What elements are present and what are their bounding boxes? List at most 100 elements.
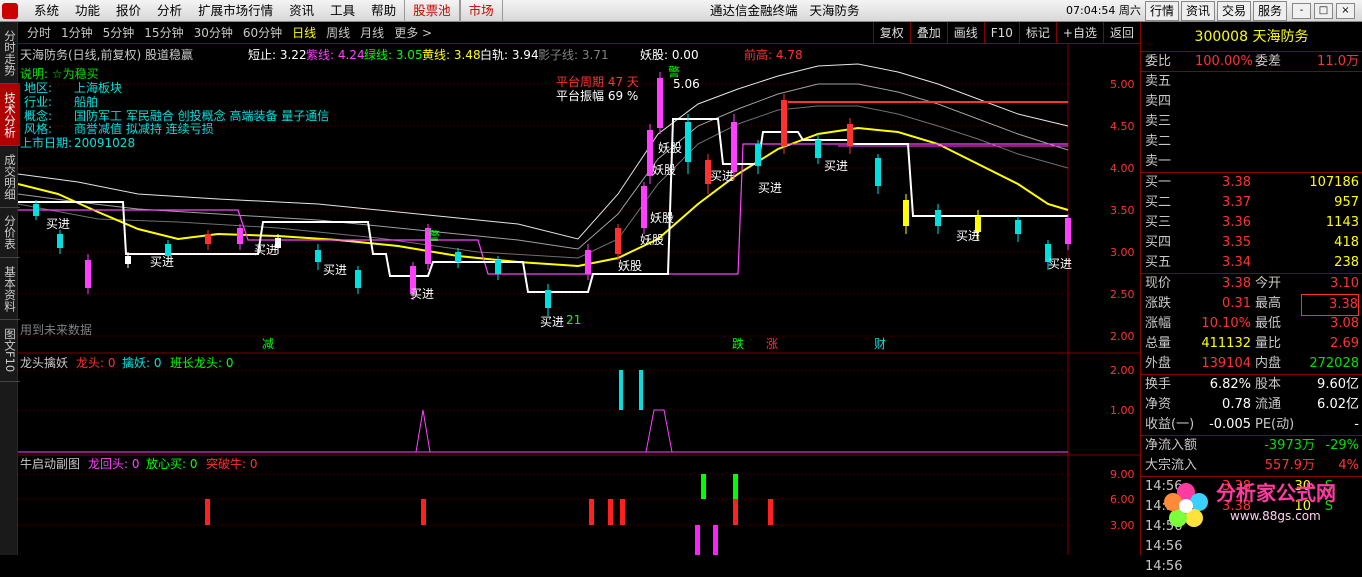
signal-buy: 买进 [956,229,980,243]
safe-buy-bar [733,474,738,499]
peak-price-label: 5.06 [673,77,700,91]
event-mark-reduce: 减 [262,337,274,351]
sell-level-label: 卖三 [1145,114,1172,129]
sell-level-label: 卖二 [1145,134,1172,149]
menu-function[interactable]: 功能 [67,0,108,22]
buy-level-row[interactable]: 买三 3.36 1143 [1141,213,1362,233]
event-mark-finance: 财 [874,337,886,351]
tab-f10[interactable]: 图文F10 [0,320,20,382]
indicator-shadow-line: 影子线: 3.71 [538,48,609,62]
chart-area[interactable]: 天海防务(日线,前复权) 股道稳赢 短止: 3.22 紫线: 4.24 绿线: … [17,44,1140,555]
indicator-prev-high: 前高: 4.78 [744,47,803,62]
fin-value: 9.60亿 [1317,377,1359,392]
watermark-url: www.88gs.com [1230,509,1321,523]
restore-rights-button[interactable]: 复权 [872,22,910,44]
signal-demon: 妖股 [650,211,674,225]
panel3-legend-pullback: 龙回头: 0 [88,457,140,471]
menu-bar: 系统 功能 报价 分析 扩展市场行情 资讯 工具 帮助 股票池 市场 通达信金融… [0,0,1362,22]
panel2-legend-catch: 擒妖: 0 [122,355,162,370]
buy-level-row[interactable]: 买四 3.35 418 [1141,233,1362,253]
menu-quote[interactable]: 报价 [108,0,149,22]
indicator-green-line: 绿线: 3.05 [364,47,423,62]
tab-trade-detail[interactable]: 成交明细 [0,146,20,208]
quote-button[interactable]: 行情 [1145,1,1180,21]
panel3-y-tick: 3.00 [1110,519,1135,532]
f10-button[interactable]: F10 [983,22,1019,44]
service-button[interactable]: 服务 [1253,1,1288,21]
period-30min[interactable]: 30分钟 [189,22,238,44]
info-concept: 国防军工 军民融合 创投概念 高端装备 量子通信 [74,108,329,123]
trade-button[interactable]: 交易 [1217,1,1252,21]
panel3-y-tick: 9.00 [1110,468,1135,481]
sell-level-label: 卖四 [1145,94,1172,109]
menu-market[interactable]: 市场 [459,0,503,22]
breakout-bar [421,499,426,525]
period-daily[interactable]: 日线 [287,22,321,44]
fin-label: 换手 [1145,377,1172,392]
stat-label: 外盘 [1145,356,1172,371]
period-60min[interactable]: 60分钟 [238,22,287,44]
period-15min[interactable]: 15分钟 [139,22,188,44]
stat-label: 今开 [1255,276,1282,291]
platform-amplitude: 平台振幅 69 % [556,88,638,103]
buy-level-label: 买五 [1145,255,1172,270]
y-tick: 4.00 [1110,162,1135,175]
tick-time: 14:56 [1145,559,1183,574]
buy-level-row[interactable]: 买二 3.37 957 [1141,193,1362,213]
stat-value: 3.38 [1222,276,1251,291]
menu-news[interactable]: 资讯 [281,0,322,22]
breakout-bar [608,499,613,525]
tab-price-table[interactable]: 分价表 [0,208,20,258]
tab-time-sharing[interactable]: 分时走势 [0,22,20,84]
buy-level-row[interactable]: 买五 3.34 238 [1141,253,1362,273]
news-button[interactable]: 资讯 [1181,1,1216,21]
close-button[interactable]: × [1336,3,1355,19]
period-more[interactable]: 更多 > [389,22,437,44]
panel3-y-tick: 6.00 [1110,493,1135,506]
overlay-button[interactable]: 叠加 [909,22,947,44]
mark-button[interactable]: 标记 [1018,22,1056,44]
weibi-value: 100.00% [1195,54,1253,69]
indicator-white-track: 白轨: 3.94 [480,47,539,62]
menu-help[interactable]: 帮助 [363,0,404,22]
panel3-legend-safe-buy: 放心买: 0 [146,456,198,471]
flow-value: -3973万 [1264,438,1315,453]
y-tick: 4.50 [1110,120,1135,133]
watermark-logo: 分析家公式网 www.88gs.com [1158,468,1362,555]
y-tick: 5.00 [1110,78,1135,91]
fin-label: PE(动) [1255,417,1295,432]
stat-value: 3.10 [1330,276,1359,291]
tab-basic-info[interactable]: 基本资料 [0,258,20,320]
menu-analysis[interactable]: 分析 [149,0,190,22]
period-weekly[interactable]: 周线 [321,22,355,44]
info-region: 上海板块 [74,80,122,95]
signal-buy: 买进 [323,263,347,277]
draw-line-button[interactable]: 画线 [946,22,984,44]
minimize-button[interactable]: - [1292,3,1311,19]
flow-label: 净流入额 [1145,438,1198,453]
info-region-label: 地区: [24,81,52,95]
menu-stock-pool[interactable]: 股票池 [404,0,460,22]
platform-period: 平台周期 47 天 [556,74,639,89]
quote-stats: 现价 3.38 今开 3.10 涨跌 0.31 最高 3.38 涨幅 10.10% 最低 3.08… [1141,274,1362,375]
period-time-sharing[interactable]: 分时 [22,22,56,44]
stat-value: 0.31 [1222,296,1251,311]
back-button[interactable]: 返回 [1102,22,1140,44]
tab-technical-analysis[interactable]: 技术分析 [0,84,20,146]
stock-code: 300008 [1194,29,1248,45]
signal-buy: 买进 [540,315,564,329]
buy-level-row[interactable]: 买一 3.38 107186 [1141,173,1362,193]
y-tick: 3.50 [1110,204,1135,217]
add-watchlist-button[interactable]: +自选 [1055,22,1103,44]
menu-tools[interactable]: 工具 [322,0,363,22]
period-1min[interactable]: 1分钟 [56,22,98,44]
stat-value: 3.08 [1330,316,1359,331]
y-tick: 3.00 [1110,246,1135,259]
maximize-button[interactable]: □ [1314,3,1333,19]
period-5min[interactable]: 5分钟 [98,22,140,44]
breakout-bar [733,499,738,525]
menu-system[interactable]: 系统 [26,0,67,22]
menu-ext-market[interactable]: 扩展市场行情 [190,0,281,22]
event-mark-fall: 跌 [732,336,744,351]
period-monthly[interactable]: 月线 [355,22,389,44]
